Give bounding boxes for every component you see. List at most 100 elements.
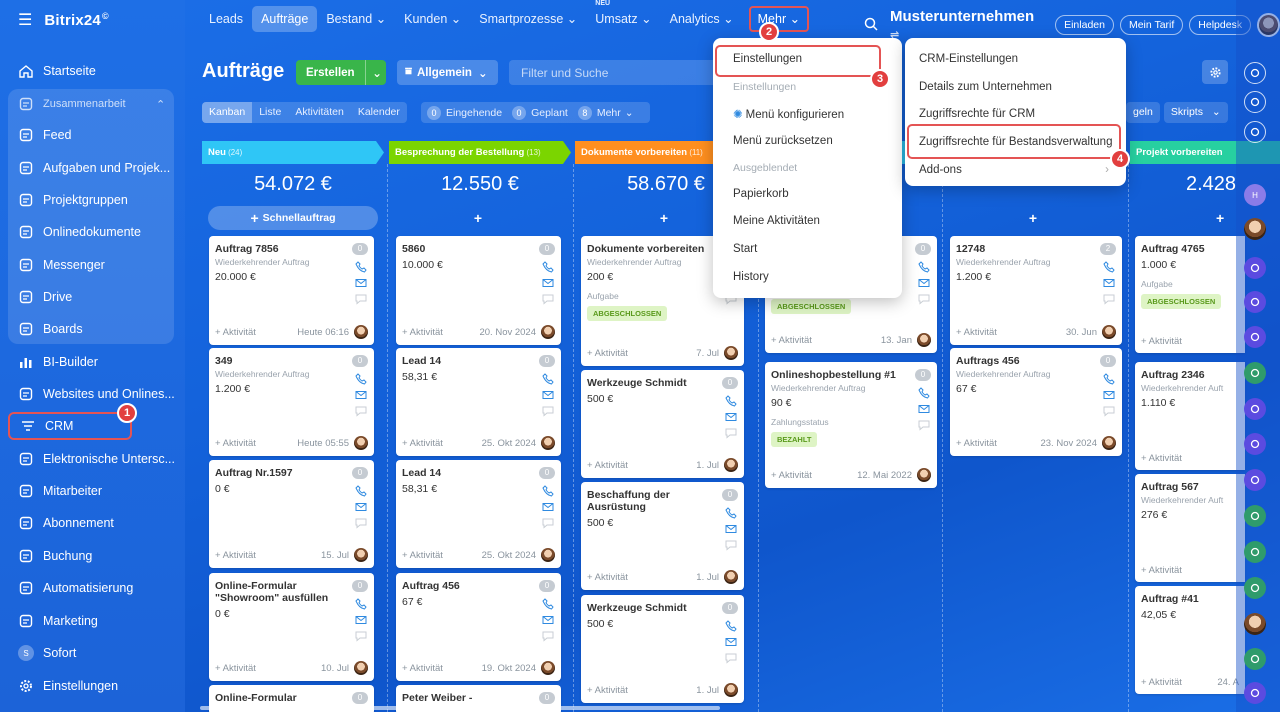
responsible-avatar[interactable]	[1102, 436, 1116, 450]
menu-item-company-details[interactable]: Details zum Unternehmen	[919, 81, 1052, 93]
counter-planned[interactable]: 0 Geplant	[512, 105, 568, 120]
deal-card[interactable]: Auftrag #41 42,05 € + Aktivität 24. A	[1135, 586, 1245, 694]
add-activity-link[interactable]: + Aktivität	[402, 663, 482, 674]
deal-card[interactable]: Lead 14 58,31 € 0 + Aktivität 25. Okt 2024	[396, 348, 561, 456]
check-icon[interactable]	[1244, 577, 1266, 599]
horizontal-scrollbar[interactable]	[200, 706, 720, 710]
menu-item-crm-settings[interactable]: CRM-Einstellungen	[919, 53, 1018, 65]
responsible-avatar[interactable]	[354, 661, 368, 675]
card-title[interactable]: Werkzeuge Schmidt	[587, 377, 738, 389]
responsible-avatar[interactable]	[724, 346, 738, 360]
search-icon[interactable]	[864, 17, 878, 34]
mail-icon[interactable]	[355, 389, 367, 401]
deal-card[interactable]: 349 Wiederkehrender Auftrag 1.200 € 0 + Akti…	[209, 348, 374, 456]
mail-icon[interactable]	[918, 403, 930, 415]
deal-card[interactable]: 5860 10.000 € 0 + Aktivität 20. Nov 2024	[396, 236, 561, 345]
phone-icon[interactable]	[355, 485, 367, 497]
mail-icon[interactable]	[542, 389, 554, 401]
search-input[interactable]	[509, 60, 719, 85]
invite-button[interactable]: Einladen	[1055, 15, 1114, 35]
deal-card[interactable]: Auftrag 7856 Wiederkehrender Auftrag 20.00…	[209, 236, 374, 345]
quick-add-button[interactable]: +	[950, 206, 1120, 230]
card-title[interactable]: Auftrag 456	[402, 580, 555, 592]
responsible-avatar[interactable]	[724, 458, 738, 472]
deal-card[interactable]: Beschaffung der Ausrüstung 500 € 0 + Aktivi…	[581, 482, 744, 590]
sidebar-item-drive[interactable]: Drive	[0, 282, 185, 312]
user-avatar-h[interactable]: H	[1244, 184, 1266, 206]
card-title[interactable]: Werkzeuge Schmidt	[587, 602, 738, 614]
add-activity-link[interactable]: + Aktivität	[771, 335, 881, 346]
lock-icon[interactable]	[1244, 541, 1266, 563]
scripts-button[interactable]: Skripts ⌄	[1163, 102, 1228, 123]
rules-button[interactable]: geln	[1126, 102, 1160, 123]
phone-icon[interactable]	[542, 598, 554, 610]
menu-item-configure[interactable]: ✺ Menü konfigurieren	[733, 107, 844, 121]
notifications-icon[interactable]	[1244, 62, 1266, 84]
nav-smart-processes[interactable]: Smartprozesse ⌄	[470, 6, 586, 32]
add-activity-link[interactable]: + Aktivität	[587, 348, 696, 359]
mail-icon[interactable]	[355, 614, 367, 626]
sidebar-item-buchung[interactable]: Buchung	[0, 541, 185, 571]
add-activity-link[interactable]: + Aktivität	[956, 438, 1040, 449]
responsible-avatar[interactable]	[541, 436, 555, 450]
phone-icon[interactable]	[1103, 373, 1115, 385]
comment-icon[interactable]	[542, 630, 554, 642]
card-title[interactable]: 12748	[956, 243, 1116, 255]
quick-add-button[interactable]: + Schnellauftrag	[208, 206, 378, 230]
company-name[interactable]: Musterunternehmen ⇌	[890, 8, 1039, 42]
comment-icon[interactable]	[918, 419, 930, 431]
responsible-avatar[interactable]	[354, 325, 368, 339]
sidebar-item-einstellungen[interactable]: Einstellungen	[0, 671, 185, 701]
deal-card[interactable]: Lead 14 58,31 € 0 + Aktivität 25. Okt 2024	[396, 460, 561, 568]
menu-item-addons[interactable]: Add-ons ›	[919, 164, 1109, 176]
add-activity-link[interactable]: + Aktivität	[215, 550, 321, 561]
group-chat-icon[interactable]	[1244, 291, 1266, 313]
quick-add-button[interactable]: +	[395, 206, 565, 230]
mail-icon[interactable]	[725, 411, 737, 423]
add-activity-link[interactable]: + Aktivität	[1141, 565, 1239, 576]
sidebar-item-projektgruppen[interactable]: Projektgruppen	[0, 185, 185, 215]
card-title[interactable]: 349	[215, 355, 368, 367]
card-title[interactable]: Auftrags 456	[956, 355, 1116, 367]
chevron-down-icon[interactable]: ⌄	[364, 60, 389, 85]
deal-card[interactable]: Auftrag Nr.1597 0 € 0 + Aktivität 15. Jul	[209, 460, 374, 568]
nav-more[interactable]: Mehr ⌄	[748, 6, 810, 32]
add-activity-link[interactable]: + Aktivität	[587, 685, 696, 696]
phone-icon[interactable]	[918, 261, 930, 273]
sidebar-item-zusammenarbeit[interactable]: Zusammenarbeit ⌃	[0, 89, 185, 119]
add-activity-link[interactable]: + Aktivität	[1141, 336, 1239, 347]
mail-icon[interactable]	[542, 614, 554, 626]
nav-orders[interactable]: Aufträge	[252, 6, 318, 32]
sidebar-item-bi-builder[interactable]: BI-Builder	[0, 347, 185, 377]
nav-customers[interactable]: Kunden ⌄	[395, 6, 470, 32]
sidebar-item-aufgaben-und-projek[interactable]: Aufgaben und Projek...	[0, 153, 185, 183]
mail-icon[interactable]	[355, 277, 367, 289]
sidebar-item-elektronische-untersc[interactable]: Elektronische Untersc...	[0, 444, 185, 474]
card-title[interactable]: Onlineshopbestellung #1	[771, 369, 931, 381]
mail-icon[interactable]	[355, 501, 367, 513]
view-calendar[interactable]: Kalender	[351, 102, 407, 123]
sidebar-item-messenger[interactable]: Messenger	[0, 250, 185, 280]
menu-item-my-activities[interactable]: Meine Aktivitäten	[733, 215, 820, 227]
add-activity-link[interactable]: + Aktivität	[215, 663, 321, 674]
gear-icon[interactable]	[1202, 60, 1228, 84]
menu-item-crm-permissions[interactable]: Zugriffsrechte für CRM	[919, 108, 1035, 120]
sidebar-item-automatisierung[interactable]: Automatisierung	[0, 573, 185, 603]
phone-icon[interactable]	[542, 261, 554, 273]
card-title[interactable]: Auftrag 4765	[1141, 243, 1239, 255]
mail-icon[interactable]	[725, 523, 737, 535]
phone-icon[interactable]	[542, 373, 554, 385]
lock-icon[interactable]	[1244, 469, 1266, 491]
group-chat-icon[interactable]	[1244, 257, 1266, 279]
responsible-avatar[interactable]	[354, 548, 368, 562]
card-title[interactable]: Lead 14	[402, 355, 555, 367]
mail-icon[interactable]	[542, 501, 554, 513]
comment-icon[interactable]	[355, 517, 367, 529]
sidebar-item-websites-und-onlines[interactable]: Websites und Onlines...	[0, 379, 185, 409]
comment-icon[interactable]	[542, 405, 554, 417]
deal-card[interactable]: 12748 Wiederkehrender Auftrag 1.200 € 2 + Ak…	[950, 236, 1122, 345]
deal-card[interactable]: Online-Formular "Showroom" ausfüllen 0 € 0…	[209, 573, 374, 681]
sidebar-item-onlinedokumente[interactable]: Onlinedokumente	[0, 217, 185, 247]
menu-item-trash[interactable]: Papierkorb	[733, 188, 789, 200]
card-title[interactable]: Auftrag #41	[1141, 593, 1239, 605]
